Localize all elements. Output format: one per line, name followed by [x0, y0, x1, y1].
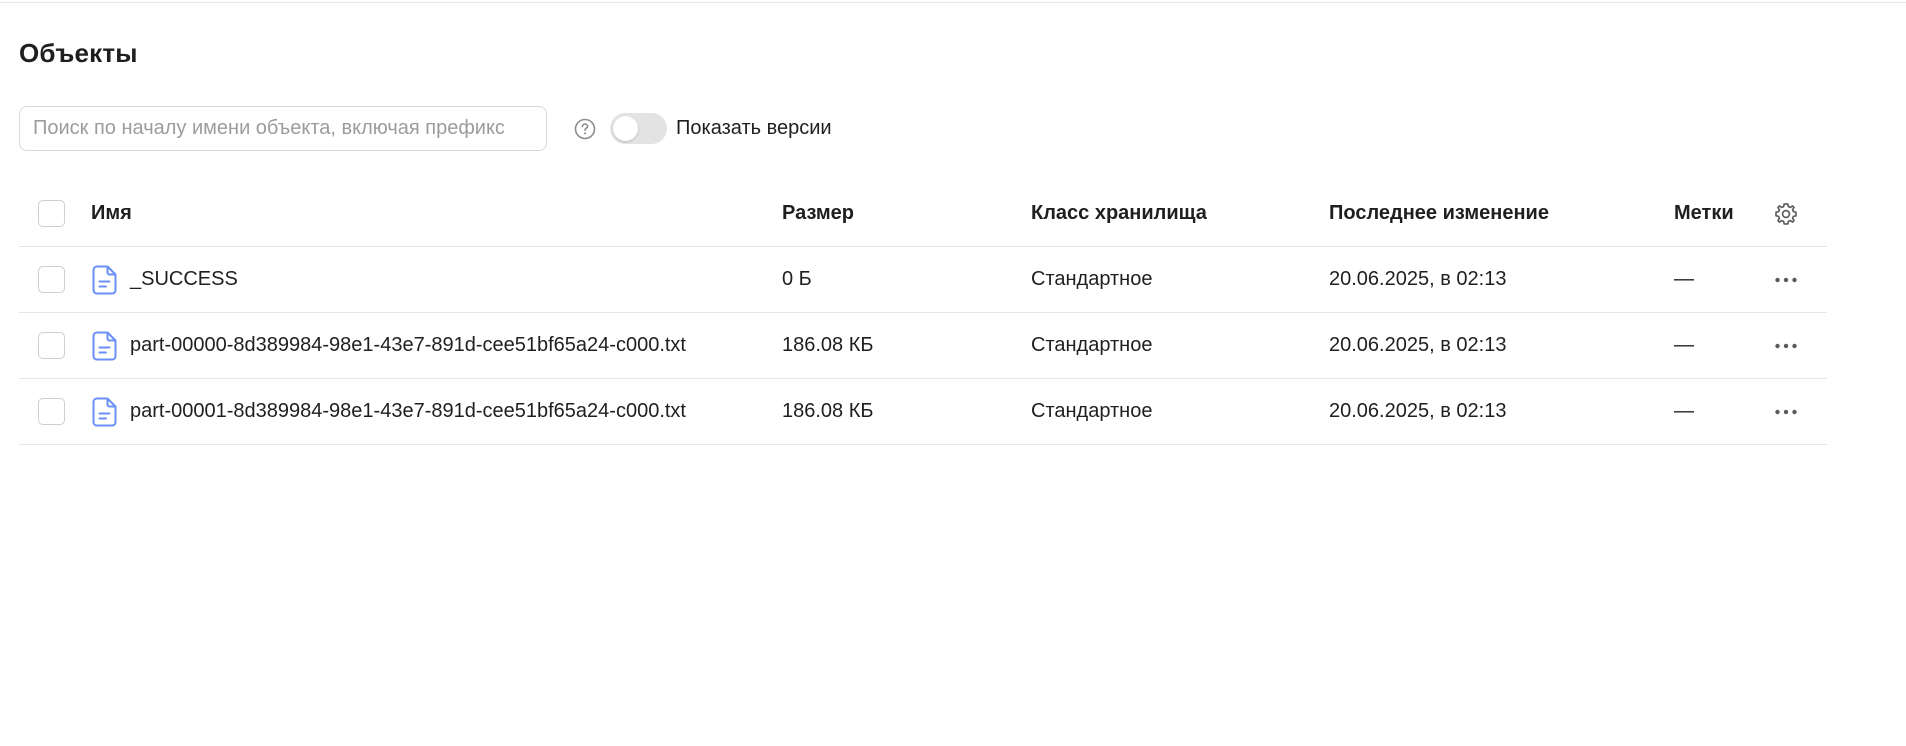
table-row[interactable]: _SUCCESS 0 Б Стандартное 20.06.2025, в 0… — [19, 247, 1827, 313]
objects-page: Объекты Показать версии Имя Размер Класс… — [0, 0, 1906, 746]
page-title: Объекты — [19, 38, 138, 68]
column-header-storage-class[interactable]: Класс хранилища — [1031, 181, 1207, 246]
object-modified: 20.06.2025, в 02:13 — [1329, 400, 1507, 422]
column-header-modified[interactable]: Последнее изменение — [1329, 181, 1549, 246]
more-actions-icon[interactable] — [1771, 331, 1801, 361]
row-checkbox[interactable] — [38, 266, 65, 293]
file-icon — [91, 397, 118, 427]
column-header-tags: Метки — [1674, 202, 1734, 224]
object-name[interactable]: part-00001-8d389984-98e1-43e7-891d-cee51… — [130, 400, 686, 423]
object-name[interactable]: part-00000-8d389984-98e1-43e7-891d-cee51… — [130, 334, 686, 357]
object-modified: 20.06.2025, в 02:13 — [1329, 334, 1507, 356]
table-header-row: Имя Размер Класс хранилища Последнее изм… — [19, 181, 1827, 247]
select-all-checkbox[interactable] — [38, 200, 65, 227]
object-storage-class: Стандартное — [1031, 268, 1153, 290]
object-size: 0 Б — [782, 268, 812, 290]
object-tags: — — [1674, 268, 1694, 290]
search-input[interactable] — [19, 106, 547, 151]
objects-table: Имя Размер Класс хранилища Последнее изм… — [19, 181, 1827, 445]
more-actions-icon[interactable] — [1771, 265, 1801, 295]
object-name[interactable]: _SUCCESS — [130, 268, 238, 291]
show-versions-label: Показать версии — [676, 117, 832, 139]
more-actions-icon[interactable] — [1771, 397, 1801, 427]
show-versions-toggle[interactable] — [610, 113, 667, 144]
column-header-name[interactable]: Имя — [91, 181, 132, 246]
object-size: 186.08 КБ — [782, 400, 874, 422]
objects-toolbar: Показать версии — [19, 106, 832, 151]
object-tags: — — [1674, 400, 1694, 422]
question-circle-icon[interactable] — [573, 117, 597, 141]
file-icon — [91, 265, 118, 295]
table-row[interactable]: part-00001-8d389984-98e1-43e7-891d-cee51… — [19, 379, 1827, 445]
object-storage-class: Стандартное — [1031, 400, 1153, 422]
object-tags: — — [1674, 334, 1694, 356]
column-header-size[interactable]: Размер — [782, 181, 854, 246]
table-row[interactable]: part-00000-8d389984-98e1-43e7-891d-cee51… — [19, 313, 1827, 379]
file-icon — [91, 331, 118, 361]
toggle-knob — [613, 116, 638, 141]
gear-icon[interactable] — [1771, 199, 1801, 229]
row-checkbox[interactable] — [38, 398, 65, 425]
object-storage-class: Стандартное — [1031, 334, 1153, 356]
row-checkbox[interactable] — [38, 332, 65, 359]
object-size: 186.08 КБ — [782, 334, 874, 356]
top-divider — [0, 0, 1906, 3]
object-modified: 20.06.2025, в 02:13 — [1329, 268, 1507, 290]
